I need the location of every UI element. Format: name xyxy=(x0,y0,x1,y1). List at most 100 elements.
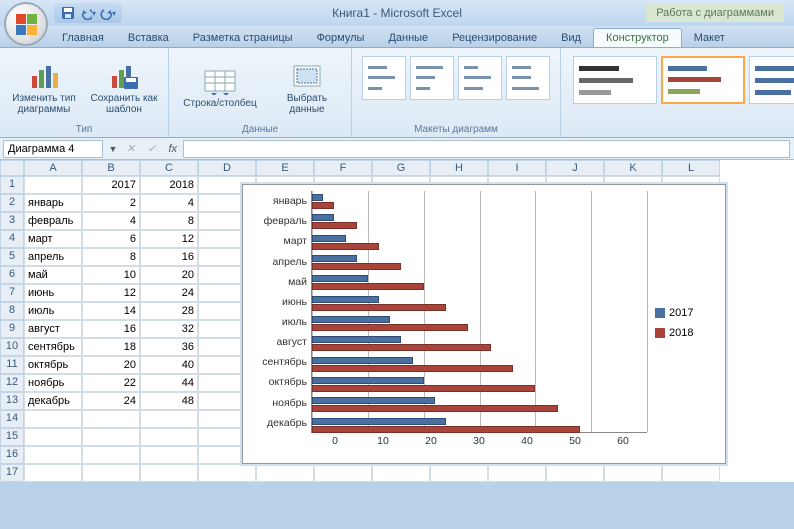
cell-B17[interactable] xyxy=(82,464,140,482)
row-header-2[interactable]: 2 xyxy=(0,194,24,212)
name-box[interactable]: Диаграмма 4 xyxy=(3,140,103,158)
cell-B15[interactable] xyxy=(82,428,140,446)
row-header-11[interactable]: 11 xyxy=(0,356,24,374)
col-header-A[interactable]: A xyxy=(24,160,82,176)
cell-C7[interactable]: 24 xyxy=(140,284,198,302)
formula-input[interactable] xyxy=(183,140,790,158)
cell-C2[interactable]: 4 xyxy=(140,194,198,212)
col-header-K[interactable]: K xyxy=(604,160,662,176)
cell-K17[interactable] xyxy=(604,464,662,482)
cell-A7[interactable]: июнь xyxy=(24,284,82,302)
office-button[interactable] xyxy=(4,2,48,46)
cell-A11[interactable]: октябрь xyxy=(24,356,82,374)
worksheet[interactable]: ABCDEFGHIJKL1201720182январь243февраль48… xyxy=(0,160,794,482)
bar-2017[interactable] xyxy=(312,336,401,343)
bar-2018[interactable] xyxy=(312,324,468,331)
cell-A4[interactable]: март xyxy=(24,230,82,248)
row-header-17[interactable]: 17 xyxy=(0,464,24,482)
cell-A10[interactable]: сентябрь xyxy=(24,338,82,356)
bar-2017[interactable] xyxy=(312,316,390,323)
cell-A6[interactable]: май xyxy=(24,266,82,284)
chart-object[interactable]: январьфевральмартапрельмайиюньиюльавгуст… xyxy=(242,184,726,464)
legend-item-2018[interactable]: 2018 xyxy=(655,327,717,339)
cell-F17[interactable] xyxy=(314,464,372,482)
cell-L17[interactable] xyxy=(662,464,720,482)
cell-B14[interactable] xyxy=(82,410,140,428)
bar-2018[interactable] xyxy=(312,426,580,433)
row-header-7[interactable]: 7 xyxy=(0,284,24,302)
cell-B4[interactable]: 6 xyxy=(82,230,140,248)
cell-B16[interactable] xyxy=(82,446,140,464)
bar-2018[interactable] xyxy=(312,202,334,209)
cell-C9[interactable]: 32 xyxy=(140,320,198,338)
col-header-L[interactable]: L xyxy=(662,160,720,176)
cell-C17[interactable] xyxy=(140,464,198,482)
tab-data[interactable]: Данные xyxy=(376,29,440,47)
cell-A17[interactable] xyxy=(24,464,82,482)
col-header-G[interactable]: G xyxy=(372,160,430,176)
cell-A8[interactable]: июль xyxy=(24,302,82,320)
fx-button[interactable]: fx xyxy=(162,143,183,155)
layout-option-1[interactable] xyxy=(362,56,406,100)
tab-home[interactable]: Главная xyxy=(50,29,116,47)
bar-2017[interactable] xyxy=(312,255,357,262)
cell-C1[interactable]: 2018 xyxy=(140,176,198,194)
cell-B7[interactable]: 12 xyxy=(82,284,140,302)
bar-2017[interactable] xyxy=(312,235,346,242)
cell-C10[interactable]: 36 xyxy=(140,338,198,356)
switch-row-col-button[interactable]: Строка/столбец xyxy=(177,62,263,112)
cell-D17[interactable] xyxy=(198,464,256,482)
cell-C5[interactable]: 16 xyxy=(140,248,198,266)
row-header-16[interactable]: 16 xyxy=(0,446,24,464)
row-header-14[interactable]: 14 xyxy=(0,410,24,428)
bar-2017[interactable] xyxy=(312,194,323,201)
bar-2017[interactable] xyxy=(312,418,446,425)
tab-design[interactable]: Конструктор xyxy=(593,28,682,47)
cell-A1[interactable] xyxy=(24,176,82,194)
cell-B3[interactable]: 4 xyxy=(82,212,140,230)
cell-C16[interactable] xyxy=(140,446,198,464)
col-header-D[interactable]: D xyxy=(198,160,256,176)
save-template-button[interactable]: Сохранить как шаблон xyxy=(88,57,160,118)
name-box-dropdown[interactable]: ▼ xyxy=(106,144,120,154)
row-header-3[interactable]: 3 xyxy=(0,212,24,230)
row-header-1[interactable]: 1 xyxy=(0,176,24,194)
row-header-9[interactable]: 9 xyxy=(0,320,24,338)
cell-G17[interactable] xyxy=(372,464,430,482)
style-option-2[interactable] xyxy=(661,56,745,104)
row-header-10[interactable]: 10 xyxy=(0,338,24,356)
cell-B6[interactable]: 10 xyxy=(82,266,140,284)
col-header-C[interactable]: C xyxy=(140,160,198,176)
cell-A15[interactable] xyxy=(24,428,82,446)
chart-legend[interactable]: 2017 2018 xyxy=(647,191,717,455)
row-header-5[interactable]: 5 xyxy=(0,248,24,266)
layout-option-2[interactable] xyxy=(410,56,454,100)
save-button[interactable] xyxy=(60,5,76,21)
chart-plot-area[interactable]: январьфевральмартапрельмайиюньиюльавгуст… xyxy=(251,191,647,455)
cell-C8[interactable]: 28 xyxy=(140,302,198,320)
legend-item-2017[interactable]: 2017 xyxy=(655,307,717,319)
col-header-E[interactable]: E xyxy=(256,160,314,176)
cell-C3[interactable]: 8 xyxy=(140,212,198,230)
cell-B10[interactable]: 18 xyxy=(82,338,140,356)
tab-view[interactable]: Вид xyxy=(549,29,593,47)
col-header-J[interactable]: J xyxy=(546,160,604,176)
row-header-13[interactable]: 13 xyxy=(0,392,24,410)
redo-button[interactable]: ▾ xyxy=(100,5,116,21)
tab-layout[interactable]: Макет xyxy=(682,29,737,47)
bar-2018[interactable] xyxy=(312,243,379,250)
cell-C11[interactable]: 40 xyxy=(140,356,198,374)
bar-2018[interactable] xyxy=(312,263,401,270)
style-option-1[interactable] xyxy=(573,56,657,104)
bar-2017[interactable] xyxy=(312,377,424,384)
cell-E17[interactable] xyxy=(256,464,314,482)
cancel-formula-icon[interactable]: ✕ xyxy=(120,142,141,155)
row-header-15[interactable]: 15 xyxy=(0,428,24,446)
bar-2018[interactable] xyxy=(312,222,357,229)
cell-A9[interactable]: август xyxy=(24,320,82,338)
cell-B5[interactable]: 8 xyxy=(82,248,140,266)
col-header-B[interactable]: B xyxy=(82,160,140,176)
cell-B8[interactable]: 14 xyxy=(82,302,140,320)
layout-option-3[interactable] xyxy=(458,56,502,100)
bar-2017[interactable] xyxy=(312,296,379,303)
